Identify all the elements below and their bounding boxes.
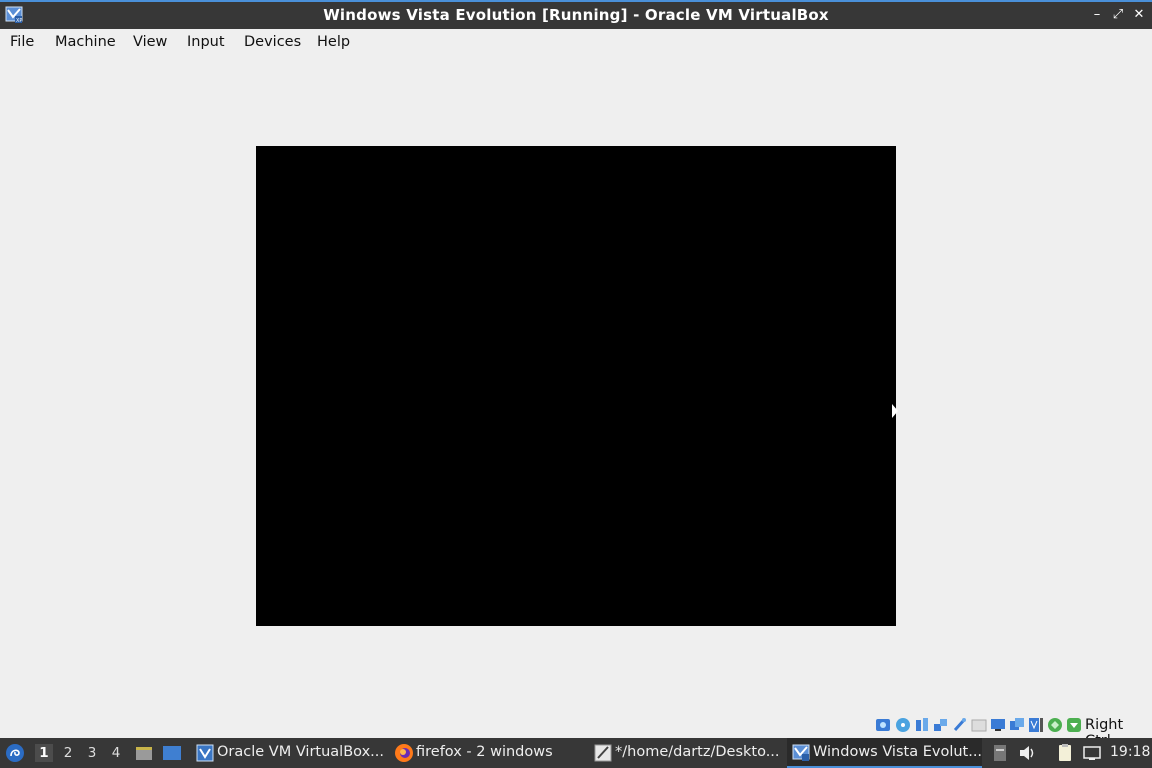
task-virtualbox-manager[interactable]: Oracle VM VirtualBox... xyxy=(191,738,386,768)
menu-help[interactable]: Help xyxy=(317,34,350,50)
audio-icon[interactable] xyxy=(914,717,930,733)
task-label: Oracle VM VirtualBox... xyxy=(217,744,384,760)
clock[interactable]: 19:18 xyxy=(1110,744,1150,760)
text-editor-icon xyxy=(594,744,612,762)
workspace-4[interactable]: 4 xyxy=(107,744,125,762)
firefox-icon xyxy=(395,744,413,762)
recording-icon[interactable] xyxy=(1009,717,1025,733)
volume-icon[interactable] xyxy=(1017,743,1037,763)
workspace-3[interactable]: 3 xyxy=(83,744,101,762)
workspace-1[interactable]: 1 xyxy=(35,744,53,762)
notes-tray-icon[interactable] xyxy=(1055,743,1075,763)
vm-status-bar: Right Ctrl xyxy=(0,714,1152,749)
show-desktop-icon[interactable] xyxy=(162,743,182,763)
taskbar: 1 2 3 4 Oracle VM VirtualBox... firefox … xyxy=(0,738,1152,768)
hard-disk-icon[interactable] xyxy=(875,717,891,733)
menubar: File Machine View Input Devices Help xyxy=(0,29,1152,57)
arrow-indicator-icon[interactable] xyxy=(1066,717,1082,733)
display-icon[interactable] xyxy=(990,717,1006,733)
vm-display[interactable] xyxy=(256,146,896,626)
task-firefox[interactable]: firefox - 2 windows xyxy=(390,738,585,768)
minimize-button[interactable]: – xyxy=(1087,5,1107,25)
file-manager-icon[interactable] xyxy=(134,743,154,763)
usb-icon[interactable] xyxy=(952,717,968,733)
task-label: Windows Vista Evolut... xyxy=(813,744,982,760)
task-label: */home/dartz/Deskto... xyxy=(615,744,780,760)
window-titlebar[interactable]: XP Windows Vista Evolution [Running] - O… xyxy=(0,0,1152,29)
video-capture-icon[interactable] xyxy=(1028,717,1044,733)
close-button[interactable]: ✕ xyxy=(1129,5,1149,25)
menu-file[interactable]: File xyxy=(10,34,34,50)
clipboard-tray-icon[interactable] xyxy=(990,743,1010,763)
mouse-integration-icon[interactable] xyxy=(1047,717,1063,733)
maximize-button[interactable]: ⤢ xyxy=(1108,5,1128,25)
network-tray-icon[interactable] xyxy=(1082,743,1102,763)
network-icon[interactable] xyxy=(933,717,949,733)
shared-folders-icon[interactable] xyxy=(971,717,987,733)
menu-machine[interactable]: Machine xyxy=(55,34,116,50)
virtualbox-icon xyxy=(196,744,214,762)
workspace-2[interactable]: 2 xyxy=(59,744,77,762)
menu-devices[interactable]: Devices xyxy=(244,34,301,50)
optical-drive-icon[interactable] xyxy=(895,717,911,733)
virtualbox-vm-icon xyxy=(792,744,810,761)
task-vista-vm[interactable]: Windows Vista Evolut... xyxy=(787,738,982,768)
task-text-editor[interactable]: */home/dartz/Deskto... xyxy=(589,738,784,768)
start-menu-icon[interactable] xyxy=(5,743,25,763)
task-label: firefox - 2 windows xyxy=(416,744,553,760)
mouse-cursor-icon xyxy=(892,404,898,418)
menu-view[interactable]: View xyxy=(133,34,167,50)
menu-input[interactable]: Input xyxy=(187,34,225,50)
window-title: Windows Vista Evolution [Running] - Orac… xyxy=(323,6,829,24)
